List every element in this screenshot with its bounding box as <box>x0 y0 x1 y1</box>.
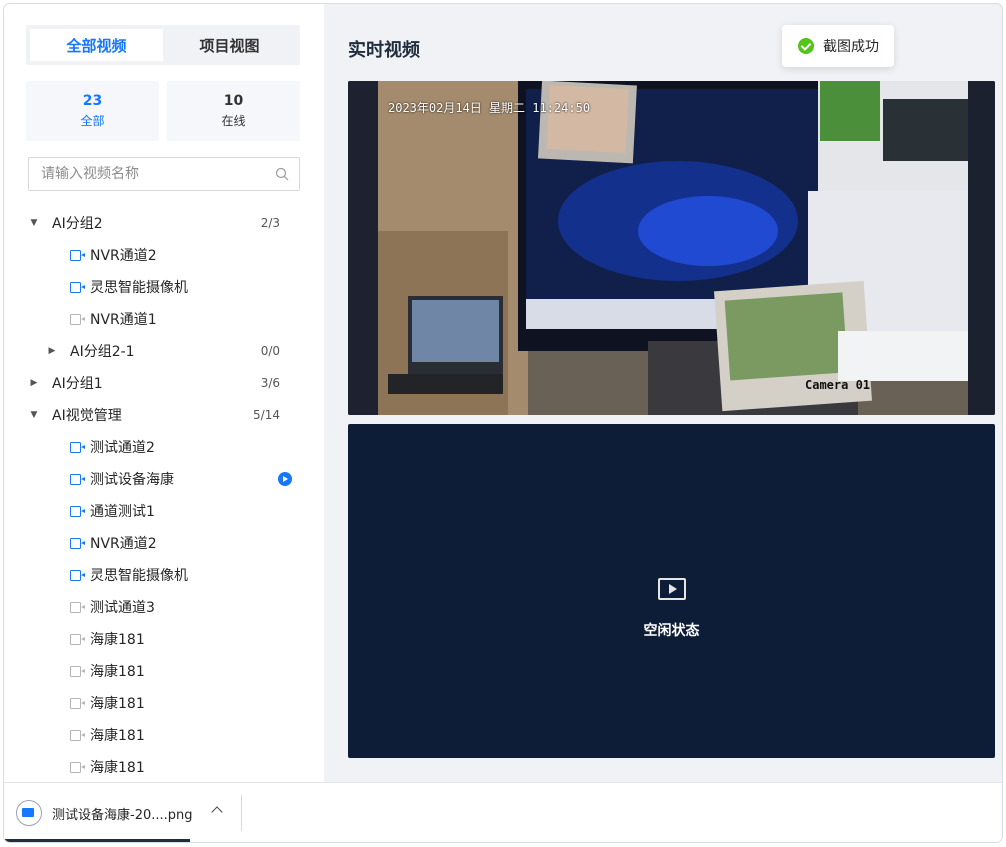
stat-online-value: 10 <box>223 93 244 109</box>
tree-group[interactable]: ▶ AI分组1 3/6 <box>4 367 324 399</box>
stat-all-label: 全部 <box>80 114 105 128</box>
tree-device-item[interactable]: 测试通道3 <box>4 591 324 623</box>
camera-icon <box>70 665 85 677</box>
camera-icon <box>70 697 85 709</box>
camera-icon <box>70 537 85 549</box>
tree-device-item[interactable]: 海康181 <box>4 751 324 783</box>
tree-device-item[interactable]: 海康181 <box>4 687 324 719</box>
screenshot-success-toast: 截图成功 <box>782 25 894 67</box>
tree-group-label: AI视觉管理 <box>52 408 122 424</box>
tree-device-label: 海康181 <box>90 760 145 776</box>
tree-device-label: 海康181 <box>90 728 145 744</box>
tree-group-label: AI分组1 <box>52 376 103 392</box>
caret-down-icon[interactable]: ▼ <box>28 217 40 229</box>
tree-group[interactable]: ▼ AI分组2 2/3 <box>4 207 324 239</box>
tree-device-item[interactable]: NVR通道1 <box>4 303 324 335</box>
device-tree: ▼ AI分组2 2/3 NVR通道2 灵思智能摄像机 NVR通道1 ▶ AI分组2-1 0/0 ▶… <box>4 207 324 783</box>
camera-icon <box>70 569 85 581</box>
camera-icon <box>70 601 85 613</box>
tree-group[interactable]: ▼ AI视觉管理 5/14 <box>4 399 324 431</box>
view-tabs: 全部视频 项目视图 <box>26 25 300 65</box>
play-status-icon[interactable] <box>278 472 292 486</box>
tree-group-count: 2/3 <box>260 216 280 230</box>
stat-online-label: 在线 <box>221 114 246 128</box>
tree-device-label: NVR通道1 <box>90 312 157 328</box>
tree-device-item[interactable]: 海康181 <box>4 719 324 751</box>
idle-status: 空闲状态 <box>643 622 700 639</box>
chevron-up-icon[interactable] <box>211 806 223 818</box>
tree-device-label: NVR通道2 <box>90 248 157 264</box>
tree-group-label: AI分组2-1 <box>70 344 135 360</box>
camera-label: Camera 01 <box>805 378 871 392</box>
tree-device-label: 海康181 <box>90 696 145 712</box>
device-stats: 23 全部 10 在线 <box>26 81 300 141</box>
stat-all[interactable]: 23 全部 <box>26 81 159 141</box>
camera-icon <box>70 281 85 293</box>
image-file-icon <box>16 800 42 826</box>
tree-group[interactable]: ▶ AI分组2-1 0/0 <box>4 335 324 367</box>
main-panel: 实时视频 截图成功 2023年02月14日 星期二 11:24:50 Camer… <box>324 4 1002 782</box>
sidebar: 全部视频 项目视图 23 全部 10 在线 ▼ AI分组2 2/3 NVR通道2 灵思智… <box>4 4 324 782</box>
camera-icon <box>70 729 85 741</box>
stat-all-value: 23 <box>82 93 103 109</box>
camera-icon <box>70 473 85 485</box>
search-input[interactable] <box>29 158 259 190</box>
tree-device-item[interactable]: 海康181 <box>4 655 324 687</box>
check-circle-icon <box>798 38 814 54</box>
tree-device-label: 通道测试1 <box>90 504 155 520</box>
download-bar: 测试设备海康-20....png <box>4 782 1002 842</box>
app-window: 全部视频 项目视图 23 全部 10 在线 ▼ AI分组2 2/3 NVR通道2 灵思智… <box>4 4 1002 842</box>
stat-online[interactable]: 10 在线 <box>167 81 300 141</box>
tree-device-label: 灵思智能摄像机 <box>90 568 188 584</box>
camera-icon <box>70 249 85 261</box>
tree-device-item[interactable]: 灵思智能摄像机 <box>4 271 324 303</box>
tree-device-item[interactable]: NVR通道2 <box>4 239 324 271</box>
tree-device-label: 灵思智能摄像机 <box>90 280 188 296</box>
page-title: 实时视频 <box>348 40 420 61</box>
tree-device-label: 测试通道3 <box>90 600 155 616</box>
caret-right-icon[interactable]: ▶ <box>46 345 58 357</box>
tree-group-count: 3/6 <box>260 376 280 390</box>
camera-icon <box>70 313 85 325</box>
download-file-name: 测试设备海康-20....png <box>52 807 193 823</box>
tree-device-item[interactable]: 灵思智能摄像机 <box>4 559 324 591</box>
tree-device-item[interactable]: 海康181 <box>4 623 324 655</box>
video-play-icon <box>657 577 686 600</box>
tab-project-view[interactable]: 项目视图 <box>163 29 296 61</box>
camera-icon <box>70 505 85 517</box>
camera-icon <box>70 633 85 645</box>
video-timestamp: 2023年02月14日 星期二 11:24:50 <box>388 101 591 115</box>
idle-placeholder: 空闲状态 <box>348 424 995 758</box>
caret-down-icon[interactable]: ▼ <box>28 409 40 421</box>
tree-device-label: 海康181 <box>90 664 145 680</box>
tree-device-item[interactable]: 测试设备海康 <box>4 463 324 495</box>
tree-device-item[interactable]: NVR通道2 <box>4 527 324 559</box>
search-icon[interactable] <box>275 167 289 181</box>
camera-icon <box>70 761 85 773</box>
caret-right-icon[interactable]: ▶ <box>28 377 40 389</box>
tree-device-label: 测试通道2 <box>90 440 155 456</box>
tree-device-label: 海康181 <box>90 632 145 648</box>
toast-text: 截图成功 <box>823 39 879 55</box>
tree-device-item[interactable]: 测试通道2 <box>4 431 324 463</box>
tree-group-count: 0/0 <box>260 344 280 358</box>
download-item[interactable]: 测试设备海康-20....png <box>16 795 242 831</box>
video-player-2[interactable]: 空闲状态 <box>348 424 995 758</box>
search-box <box>28 157 300 191</box>
tab-all-videos[interactable]: 全部视频 <box>30 29 163 61</box>
tree-device-label: 测试设备海康 <box>90 472 174 488</box>
tree-device-label: NVR通道2 <box>90 536 157 552</box>
tree-device-item[interactable]: 通道测试1 <box>4 495 324 527</box>
tree-group-label: AI分组2 <box>52 216 103 232</box>
tree-group-count: 5/14 <box>253 408 280 422</box>
download-progress <box>4 839 190 842</box>
camera-icon <box>70 441 85 453</box>
video-player-1[interactable]: 2023年02月14日 星期二 11:24:50 Camera 01 <box>348 81 995 415</box>
video-frame <box>348 81 995 415</box>
